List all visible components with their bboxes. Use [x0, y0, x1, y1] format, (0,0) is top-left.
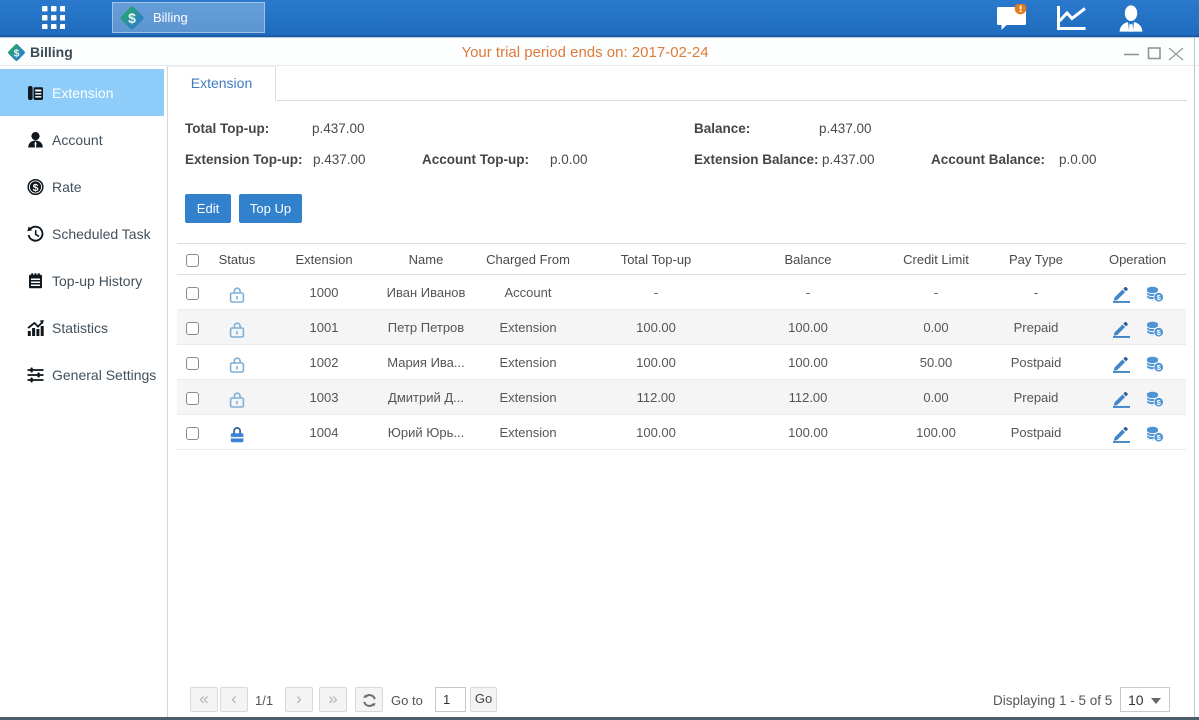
- svg-text:$: $: [128, 10, 136, 26]
- svg-text:$: $: [33, 181, 39, 193]
